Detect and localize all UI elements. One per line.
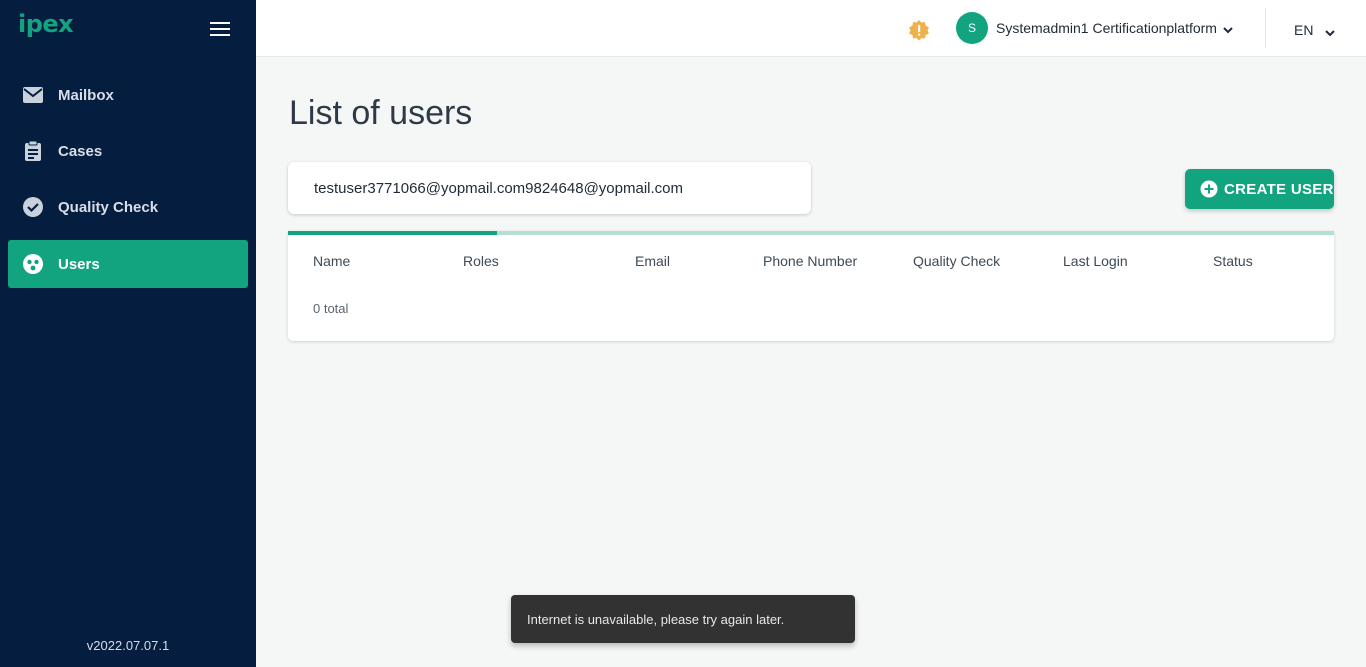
app-logo: ipex bbox=[18, 10, 74, 38]
search-field[interactable] bbox=[288, 162, 811, 214]
sidebar-item-mailbox[interactable]: Mailbox bbox=[8, 71, 248, 119]
chevron-down-icon[interactable] bbox=[1222, 22, 1234, 34]
create-user-label: CREATE USER bbox=[1224, 180, 1334, 198]
column-header-phone-number[interactable]: Phone Number bbox=[763, 253, 857, 269]
sidebar-item-label: Quality Check bbox=[58, 198, 159, 216]
column-header-quality-check[interactable]: Quality Check bbox=[913, 253, 1000, 269]
header-divider bbox=[1265, 8, 1266, 48]
warning-badge-icon[interactable] bbox=[908, 19, 930, 41]
sidebar-item-users[interactable]: Users bbox=[8, 240, 248, 288]
search-input[interactable] bbox=[288, 162, 811, 214]
menu-toggle-icon[interactable] bbox=[210, 22, 230, 38]
plus-circle-icon bbox=[1200, 180, 1218, 198]
app-version: v2022.07.07.1 bbox=[86, 638, 170, 653]
page-title: List of users bbox=[289, 94, 473, 132]
sidebar-item-quality-check[interactable]: Quality Check bbox=[8, 183, 248, 231]
toast-notification: Internet is unavailable, please try agai… bbox=[511, 595, 855, 643]
avatar[interactable]: S bbox=[956, 12, 988, 44]
sidebar-item-cases[interactable]: Cases bbox=[8, 127, 248, 175]
mail-icon bbox=[22, 84, 44, 106]
column-header-last-login[interactable]: Last Login bbox=[1063, 253, 1128, 269]
clipboard-icon bbox=[22, 140, 44, 162]
column-header-email[interactable]: Email bbox=[635, 253, 670, 269]
column-header-status[interactable]: Status bbox=[1213, 253, 1253, 269]
sidebar: ipex Mailbox Cases Quality Check Users v… bbox=[0, 0, 256, 667]
language-selector[interactable]: EN bbox=[1294, 22, 1313, 38]
top-header: S Systemadmin1 Certificationplatform EN bbox=[256, 0, 1366, 57]
column-header-roles[interactable]: Roles bbox=[463, 253, 499, 269]
table-total-count: 0 total bbox=[313, 301, 349, 316]
create-user-button[interactable]: CREATE USER bbox=[1185, 169, 1334, 209]
check-circle-icon bbox=[22, 196, 44, 218]
loading-progress-fill bbox=[288, 231, 498, 235]
column-header-name[interactable]: Name bbox=[313, 253, 350, 269]
user-name[interactable]: Systemadmin1 Certificationplatform bbox=[996, 20, 1217, 36]
loading-progress-bar bbox=[288, 231, 1334, 235]
sidebar-item-label: Cases bbox=[58, 142, 103, 160]
chevron-down-icon[interactable] bbox=[1324, 25, 1336, 37]
toast-message: Internet is unavailable, please try agai… bbox=[527, 611, 785, 627]
sidebar-item-label: Users bbox=[58, 255, 100, 273]
users-table: Name Roles Email Phone Number Quality Ch… bbox=[288, 231, 1334, 341]
sidebar-item-label: Mailbox bbox=[58, 86, 114, 104]
users-icon bbox=[22, 253, 44, 275]
